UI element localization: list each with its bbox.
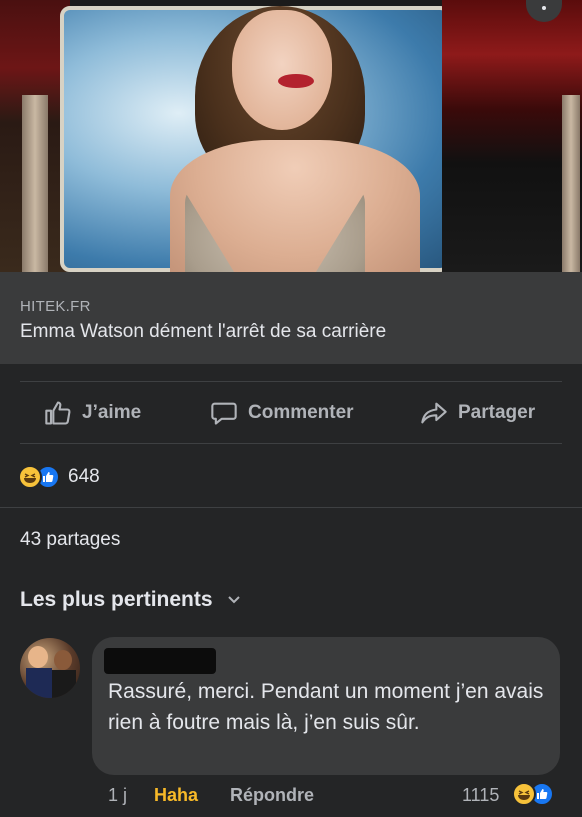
comment-reactions[interactable] bbox=[512, 782, 554, 806]
divider bbox=[0, 507, 582, 508]
redacted-commenter-name bbox=[104, 648, 216, 674]
comment-reaction-count[interactable]: 1115 bbox=[462, 785, 499, 806]
like-button[interactable]: J’aime bbox=[44, 400, 141, 426]
action-bar: J’aime Commenter Partager bbox=[0, 382, 582, 444]
haha-icon bbox=[18, 465, 42, 489]
haha-icon bbox=[512, 782, 536, 806]
reaction-count: 648 bbox=[68, 466, 100, 487]
link-preview[interactable] bbox=[0, 272, 582, 364]
comment-react-button[interactable]: Haha bbox=[154, 785, 198, 806]
comment-sort-dropdown[interactable]: Les plus pertinents bbox=[20, 588, 241, 612]
divider bbox=[20, 443, 562, 444]
link-source: HITEK.FR bbox=[20, 298, 91, 315]
share-icon bbox=[421, 402, 447, 424]
chevron-down-icon bbox=[227, 596, 240, 604]
like-label: J’aime bbox=[82, 402, 142, 423]
post-image[interactable] bbox=[0, 0, 582, 272]
link-title[interactable]: Emma Watson dément l'arrêt de sa carrièr… bbox=[20, 321, 386, 343]
comment-icon bbox=[211, 402, 237, 425]
comment-button[interactable]: Commenter bbox=[210, 400, 354, 426]
sort-label: Les plus pertinents bbox=[20, 588, 213, 611]
share-button[interactable]: Partager bbox=[420, 400, 535, 426]
more-options-icon[interactable] bbox=[526, 0, 562, 22]
comment-text: Rassuré, merci. Pendant un moment j’en a… bbox=[108, 680, 544, 734]
comment-timestamp[interactable]: 1 j bbox=[108, 785, 127, 806]
commenter-avatar[interactable] bbox=[20, 638, 80, 698]
thumbs-up-icon bbox=[45, 401, 71, 425]
shares-count[interactable]: 43 partages bbox=[20, 529, 120, 551]
reactions-summary[interactable]: 648 bbox=[18, 463, 100, 491]
comment-reply-button[interactable]: Répondre bbox=[230, 785, 314, 806]
comment-label: Commenter bbox=[248, 402, 354, 423]
share-label: Partager bbox=[458, 402, 536, 423]
